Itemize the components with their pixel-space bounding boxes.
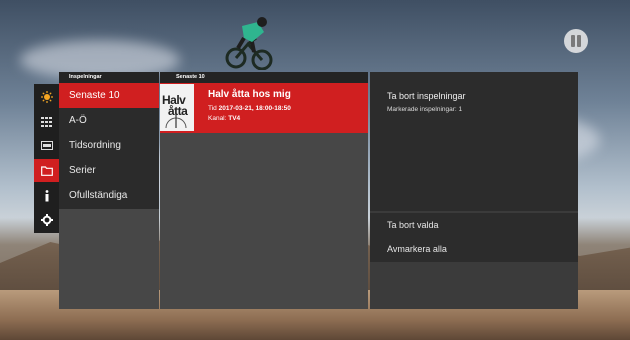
clock-icon <box>165 114 187 129</box>
delete-info: Ta bort inspelningar Markerade inspelnin… <box>370 72 578 211</box>
marked-count: Markerade inspelningar: 1 <box>387 106 463 113</box>
pause-button[interactable] <box>564 29 588 53</box>
category-serier[interactable]: Serier <box>59 158 159 183</box>
recording-item[interactable]: Halv åtta Halv åtta hos mig Tid 2017-03-… <box>160 83 368 133</box>
film-icon[interactable] <box>34 134 59 157</box>
category-a-o[interactable]: A-Ö <box>59 108 159 133</box>
recording-title: Halv åtta hos mig <box>208 89 291 100</box>
delete-selected-button[interactable]: Ta bort valda <box>370 213 578 237</box>
info-icon[interactable] <box>34 184 59 207</box>
delete-title: Ta bort inspelningar <box>387 91 466 101</box>
category-panel: Senaste 10 A-Ö Tidsordning Serier Ofulls… <box>59 83 159 309</box>
rider-image <box>225 17 273 70</box>
grid-icon[interactable] <box>34 110 59 133</box>
recording-time: Tid 2017-03-21, 18:00-18:50 <box>208 105 291 112</box>
category-ofullstandiga[interactable]: Ofullständiga <box>59 183 159 208</box>
sun-icon[interactable] <box>34 85 59 108</box>
folder-icon[interactable] <box>34 159 59 182</box>
gear-icon[interactable] <box>34 208 59 231</box>
unmark-all-button[interactable]: Avmarkera alla <box>370 237 578 261</box>
action-list: Ta bort valda Avmarkera alla <box>370 213 578 262</box>
column-header-senaste: Senaste 10 <box>160 72 368 83</box>
recording-channel: Kanal: TV4 <box>208 115 241 122</box>
category-tidsordning[interactable]: Tidsordning <box>59 133 159 158</box>
category-senaste-10[interactable]: Senaste 10 <box>59 83 159 108</box>
column-header-inspelningar: Inspelningar <box>59 72 159 83</box>
side-menu <box>34 84 59 233</box>
recording-thumbnail: Halv åtta <box>160 84 194 131</box>
recordings-panel: Halv åtta Halv åtta hos mig Tid 2017-03-… <box>160 83 368 309</box>
category-list: Senaste 10 A-Ö Tidsordning Serier Ofulls… <box>59 83 159 209</box>
delete-panel: Ta bort inspelningar Markerade inspelnin… <box>370 72 578 309</box>
